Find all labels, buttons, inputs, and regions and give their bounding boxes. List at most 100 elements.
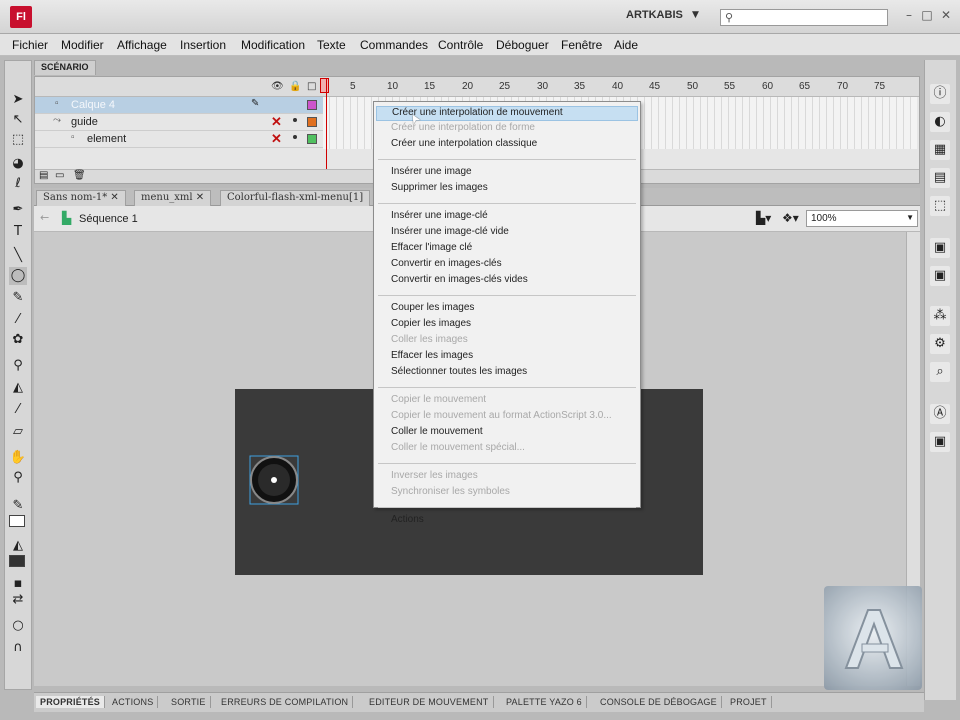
hand-icon[interactable]: ✋ (9, 449, 27, 467)
context-menu-item[interactable]: Effacer l'image clé (391, 242, 472, 257)
minimize-button[interactable]: – (900, 8, 918, 24)
strings-icon[interactable]: Ⓐ (930, 404, 950, 424)
fill-swatch[interactable] (9, 555, 25, 567)
close-button[interactable]: ✕ (937, 8, 955, 24)
layer-name[interactable]: guide (71, 116, 98, 128)
layer-row-guide[interactable]: ⤳ guide ✕ (35, 114, 323, 131)
menu-commandes[interactable]: Commandes (360, 38, 428, 52)
layer-outline-color[interactable] (307, 100, 317, 110)
tab-proprietes[interactable]: PROPRIÉTÉS (36, 696, 106, 708)
edit-scene-icon[interactable]: ▙▾ (756, 211, 771, 225)
magnet-icon[interactable]: ∩ (9, 639, 27, 657)
layer-name[interactable]: Calque 4 (71, 99, 115, 111)
zoom-select[interactable]: 100% ▼ (806, 210, 918, 227)
selection-arrow-icon[interactable]: ➤ (9, 91, 27, 109)
bone-icon[interactable]: ⚲ (9, 357, 27, 375)
free-transform-icon[interactable]: ⬚ (9, 131, 27, 149)
doc-tab[interactable]: Colorful-flash-xml-menu[1] (220, 190, 371, 206)
oval-icon[interactable]: ◯ (9, 267, 27, 285)
menu-aide[interactable]: Aide (614, 38, 638, 52)
chevron-down-icon[interactable]: ▼ (692, 10, 699, 20)
menu-affichage[interactable]: Affichage (117, 38, 167, 52)
context-menu-item[interactable]: Copier les images (391, 318, 471, 333)
delete-layer-icon[interactable]: 🗑 (73, 170, 86, 181)
outline-icon[interactable]: □ (307, 81, 316, 92)
components-icon[interactable]: ▣ (930, 266, 950, 286)
maximize-button[interactable]: □ (918, 8, 936, 24)
stroke-swatch[interactable] (9, 515, 25, 527)
context-menu-item[interactable]: Coller le mouvement spécial... (391, 442, 525, 457)
tab-projet[interactable]: PROJET (726, 696, 772, 708)
paint-bucket-icon[interactable]: ◭ (9, 379, 27, 397)
hidden-icon[interactable]: ✕ (271, 131, 282, 147)
swap-colors-icon[interactable]: ⇄ (9, 591, 27, 609)
menu-fichier[interactable]: Fichier (12, 38, 48, 52)
swatches-icon[interactable]: ▦ (930, 140, 950, 160)
align-icon[interactable]: ▤ (930, 168, 950, 188)
context-menu-item[interactable]: Sélectionner toutes les images (391, 366, 527, 381)
context-menu-item[interactable]: Copier le mouvement au format ActionScri… (391, 410, 612, 425)
menu-deboguer[interactable]: Déboguer (496, 38, 549, 52)
scenario-panel-tab[interactable]: SCÉNARIO (34, 60, 96, 75)
back-arrow-icon[interactable]: ← (40, 211, 49, 224)
context-menu-item[interactable]: Copier le mouvement (391, 394, 486, 409)
tab-actions[interactable]: ACTIONS (108, 696, 159, 708)
layer-outline-color[interactable] (307, 117, 317, 127)
doc-tab[interactable]: menu_xml ✕ (134, 190, 212, 206)
line-icon[interactable]: ╲ (9, 247, 27, 265)
menu-modification[interactable]: Modification (241, 38, 305, 52)
library-icon[interactable]: ▣ (930, 238, 950, 258)
context-menu-item[interactable]: Actions (391, 514, 424, 529)
zoom-icon[interactable]: ⚲ (9, 469, 27, 487)
context-menu-item[interactable]: Créer une interpolation classique (391, 138, 537, 153)
context-menu-item[interactable]: Coller les images (391, 334, 468, 349)
transform-icon[interactable]: ⬚ (930, 196, 950, 216)
lock-icon[interactable]: 🔒 (289, 81, 301, 92)
info-icon[interactable]: ⓘ (930, 84, 950, 104)
tab-palette-yazo[interactable]: PALETTE YAZO 6 (502, 696, 587, 708)
fill-color-icon[interactable]: ◭ (9, 537, 27, 555)
context-menu-item[interactable]: Insérer une image-clé (391, 210, 488, 225)
menu-fenetre[interactable]: Fenêtre (561, 38, 602, 52)
hidden-icon[interactable]: ✕ (271, 114, 282, 130)
doc-tab[interactable]: Sans nom-1* ✕ (36, 190, 126, 206)
menu-insertion[interactable]: Insertion (180, 38, 226, 52)
menu-modifier[interactable]: Modifier (61, 38, 104, 52)
context-menu-item[interactable]: Supprimer les images (391, 182, 488, 197)
eyedropper-icon[interactable]: ⁄ (9, 401, 27, 419)
lock-dot[interactable] (293, 135, 297, 139)
pencil-icon[interactable]: ✎ (9, 289, 27, 307)
pen-icon[interactable]: ✒ (9, 201, 27, 219)
context-menu-item[interactable]: Coller le mouvement (391, 426, 483, 441)
eraser-icon[interactable]: ▱ (9, 423, 27, 441)
new-layer-icon[interactable]: ▤ (39, 170, 48, 181)
tab-editeur-mouvement[interactable]: EDITEUR DE MOUVEMENT (365, 696, 494, 708)
history-icon[interactable]: ▣ (930, 432, 950, 452)
layer-row-element[interactable]: ▫ element ✕ (35, 131, 323, 148)
context-menu-item[interactable]: Synchroniser les symboles (391, 486, 510, 501)
color-icon[interactable]: ◐ (930, 112, 950, 132)
movie-explorer-icon[interactable]: ⌕ (930, 362, 950, 382)
3d-rotation-icon[interactable]: ◕ (9, 155, 27, 173)
snap-icon[interactable]: ○ (9, 617, 27, 635)
brush-icon[interactable]: ⁄ (9, 311, 27, 329)
search-input[interactable]: ⚲ (720, 9, 888, 26)
menu-texte[interactable]: Texte (317, 38, 346, 52)
circle-symbol[interactable] (249, 455, 309, 515)
behaviors-icon[interactable]: ⁂ (930, 306, 950, 326)
context-menu-item[interactable]: Couper les images (391, 302, 474, 317)
stroke-color-icon[interactable]: ✎ (9, 497, 27, 515)
tab-erreurs[interactable]: ERREURS DE COMPILATION (217, 696, 354, 708)
lock-dot[interactable] (293, 118, 297, 122)
edit-symbol-icon[interactable]: ❖▾ (782, 211, 799, 225)
tab-sortie[interactable]: SORTIE (167, 696, 211, 708)
new-folder-icon[interactable]: ▭ (55, 170, 64, 181)
context-menu-item[interactable]: Insérer une image (391, 166, 472, 181)
layer-row-calque4[interactable]: ▫ Calque 4 ✎ (35, 97, 323, 114)
motion-presets-icon[interactable]: ⚙ (930, 334, 950, 354)
layer-name[interactable]: element (87, 133, 126, 145)
lasso-icon[interactable]: ℓ (9, 175, 27, 193)
deco-icon[interactable]: ✿ (9, 331, 27, 349)
text-icon[interactable]: T (9, 223, 27, 241)
subselection-icon[interactable]: ↖ (9, 111, 27, 129)
